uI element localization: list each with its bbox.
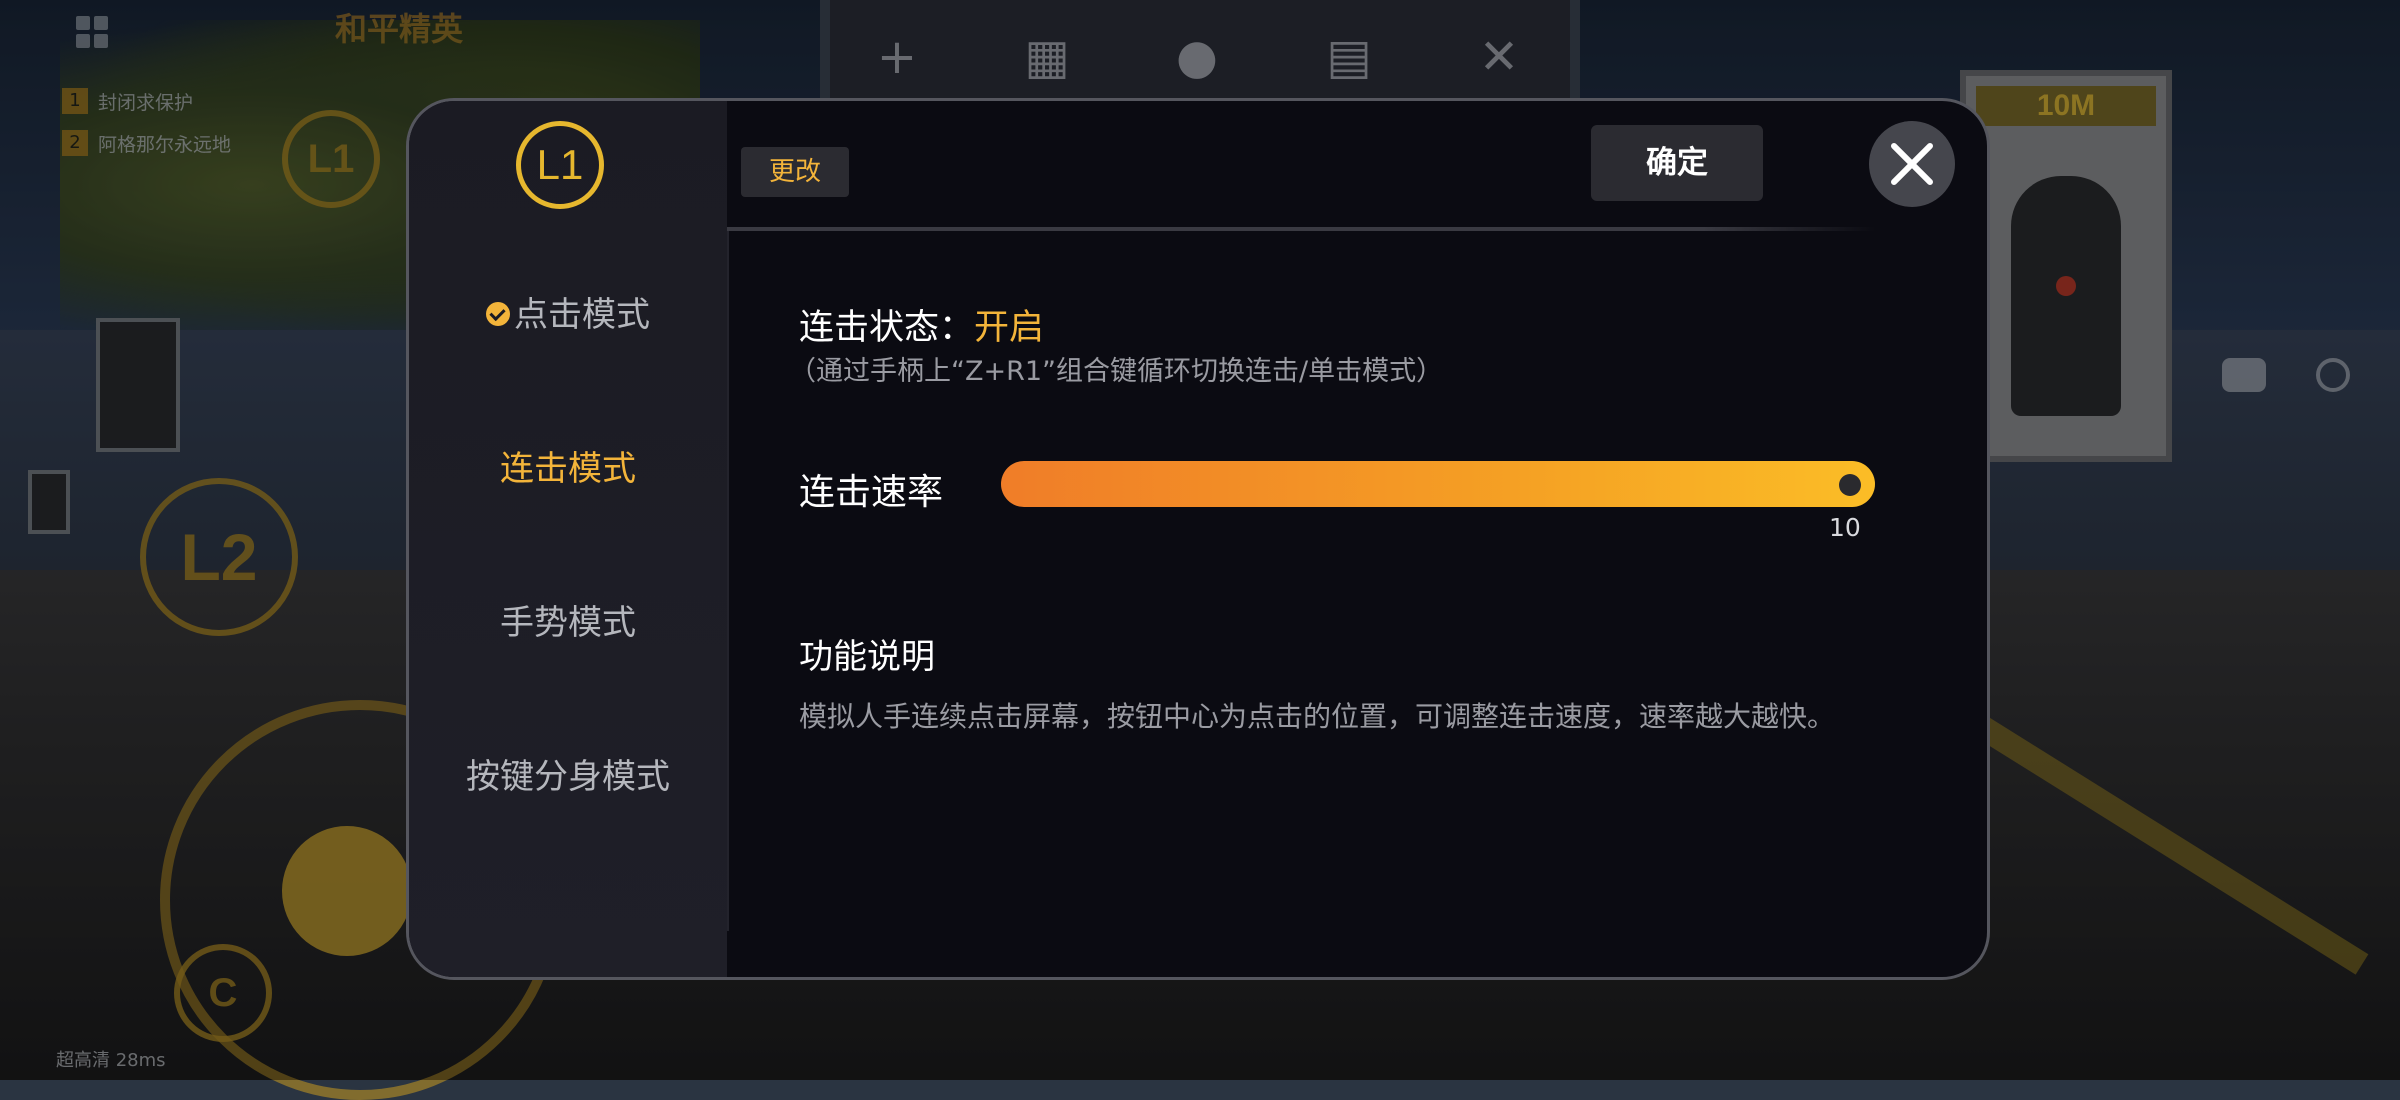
mode-burst[interactable]: 连击模式	[409, 441, 727, 490]
description-title: 功能说明	[799, 637, 935, 677]
header-divider	[727, 227, 1875, 231]
mode-clone[interactable]: 按键分身模式	[409, 749, 727, 798]
burst-rate-slider[interactable]	[1001, 461, 1875, 507]
mode-burst-label: 连击模式	[500, 449, 636, 489]
mode-tap[interactable]: 点击模式	[409, 287, 727, 336]
description-text: 模拟人手连续点击屏幕，按钮中心为点击的位置，可调整连击速度，速率越大越快。	[799, 700, 1836, 733]
mode-gesture[interactable]: 手势模式	[409, 595, 727, 644]
burst-rate-value: 10	[1829, 513, 1861, 542]
mode-clone-label: 按键分身模式	[466, 757, 670, 797]
burst-state-hint: （通过手柄上“Z+R1”组合键循环切换连击/单击模式）	[789, 356, 1444, 387]
burst-state-label: 连击状态：	[799, 308, 975, 348]
close-icon	[1891, 143, 1933, 185]
mode-sidebar: L1 点击模式 连击模式 手势模式 按键分身模式	[409, 101, 727, 977]
close-button[interactable]	[1869, 121, 1955, 207]
slider-thumb[interactable]	[1839, 474, 1861, 496]
l1-badge: L1	[516, 121, 604, 209]
mode-settings-dialog: L1 点击模式 连击模式 手势模式 按键分身模式 更改 确定 连击状态：开启 （…	[406, 98, 1990, 980]
check-icon	[486, 301, 510, 326]
sidebar-divider	[727, 231, 729, 931]
mode-tap-label: 点击模式	[514, 295, 650, 335]
burst-state-value: 开启	[974, 308, 1045, 348]
edit-button[interactable]: 更改	[741, 147, 849, 197]
burst-rate-label: 连击速率	[799, 472, 944, 513]
confirm-button[interactable]: 确定	[1591, 125, 1763, 201]
mode-gesture-label: 手势模式	[500, 603, 636, 643]
burst-state: 连击状态：开启	[799, 299, 1044, 350]
